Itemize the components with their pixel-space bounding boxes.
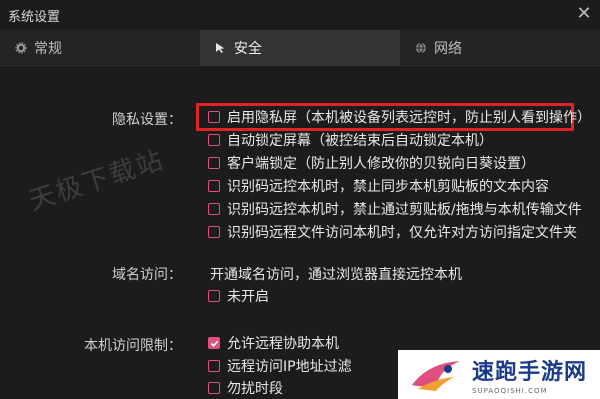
tab-label: 网络 [434, 41, 462, 57]
option-label: 允许远程协助本机 [227, 336, 339, 352]
tab-security[interactable]: 安全 [200, 30, 400, 66]
privacy-option[interactable]: 自动锁定屏幕（被控结束后自动锁定本机） [208, 130, 493, 150]
tab-bar: 常规 安全 网络 [0, 30, 600, 66]
checkbox[interactable] [208, 382, 220, 394]
tab-general[interactable]: 常规 [0, 30, 200, 66]
logo-text: 速跑手游网 [472, 360, 588, 385]
title-bar: 系统设置 ✕ [0, 0, 600, 30]
domain-option[interactable]: 未开启 [208, 286, 269, 306]
checkbox[interactable] [208, 134, 220, 146]
option-label: 识别码远控本机时，禁止同步本机剪贴板的文本内容 [227, 179, 549, 195]
option-label: 远程访问IP地址过滤 [227, 359, 352, 375]
privacy-option[interactable]: 启用隐私屏（本机被设备列表远控时，防止别人看到操作） [208, 107, 591, 127]
option-label: 客户端锁定（防止别人修改你的贝锐向日葵设置） [227, 156, 535, 172]
checkbox[interactable] [208, 203, 220, 215]
privacy-option[interactable]: 识别码远程文件访问本机时，仅允许对方访问指定文件夹 [208, 222, 577, 242]
privacy-option[interactable]: 识别码远控本机时，禁止同步本机剪贴板的文本内容 [208, 176, 549, 196]
cursor-icon [214, 41, 228, 55]
runner-logo-icon [412, 360, 460, 391]
window-title: 系统设置 [8, 10, 61, 25]
access-label: 本机访问限制： [84, 338, 182, 354]
option-label: 启用隐私屏（本机被设备列表远控时，防止别人看到操作） [227, 110, 591, 126]
check-icon [210, 340, 218, 347]
option-label: 未开启 [227, 289, 269, 305]
checkbox-checked[interactable] [208, 337, 220, 349]
option-label: 自动锁定屏幕（被控结束后自动锁定本机） [227, 133, 493, 149]
privacy-label: 隐私设置： [112, 112, 182, 128]
watermark-text: 天极下载站 [25, 144, 168, 217]
checkbox[interactable] [208, 111, 220, 123]
checkbox[interactable] [208, 157, 220, 169]
option-label: 识别码远程文件访问本机时，仅允许对方访问指定文件夹 [227, 225, 577, 241]
domain-description: 开通域名访问，通过浏览器直接远控本机 [210, 267, 462, 283]
globe-icon [414, 41, 428, 55]
domain-label: 域名访问： [112, 267, 182, 283]
access-option[interactable]: 允许远程协助本机 [208, 333, 339, 353]
access-option[interactable]: 远程访问IP地址过滤 [208, 356, 352, 376]
checkbox[interactable] [208, 360, 220, 372]
option-label: 识别码远控本机时，禁止通过剪贴板/拖拽与本机传输文件 [227, 202, 582, 218]
gear-icon [14, 41, 28, 55]
privacy-option[interactable]: 识别码远控本机时，禁止通过剪贴板/拖拽与本机传输文件 [208, 199, 582, 219]
close-icon[interactable]: ✕ [574, 4, 594, 24]
tab-label: 安全 [234, 41, 262, 57]
privacy-option[interactable]: 客户端锁定（防止别人修改你的贝锐向日葵设置） [208, 153, 535, 173]
tab-label: 常规 [34, 41, 62, 57]
checkbox[interactable] [208, 226, 220, 238]
tab-network[interactable]: 网络 [400, 30, 600, 66]
checkbox[interactable] [208, 290, 220, 302]
checkbox[interactable] [208, 180, 220, 192]
site-logo: 速跑手游网 SUPAOQISHI.COM [398, 350, 600, 399]
access-option[interactable]: 勿扰时段 [208, 378, 283, 398]
option-label: 勿扰时段 [227, 381, 283, 397]
logo-subtext: SUPAOQISHI.COM [472, 387, 548, 395]
